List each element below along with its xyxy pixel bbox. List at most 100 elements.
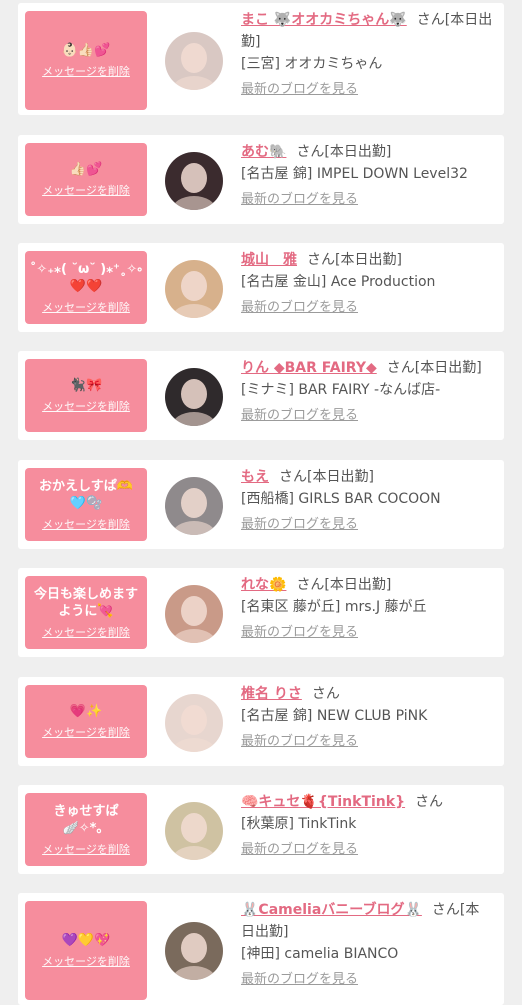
avatar[interactable] <box>165 585 223 643</box>
latest-blog-link[interactable]: 最新のブログを見る <box>241 514 358 536</box>
avatar[interactable] <box>165 260 223 318</box>
avatar-image <box>165 477 223 535</box>
name-suffix: さん[本日出勤] <box>296 577 392 593</box>
delete-message-link[interactable]: メッセージを削除 <box>42 516 130 532</box>
delete-message-link[interactable]: メッセージを削除 <box>42 63 130 79</box>
latest-blog-link[interactable]: 最新のブログを見る <box>241 297 358 319</box>
name-line: 城山 雅さん[本日出勤] <box>241 249 493 271</box>
latest-blog-link[interactable]: 最新のブログを見る <box>241 839 358 861</box>
latest-blog-link[interactable]: 最新のブログを見る <box>241 79 358 101</box>
avatar-image <box>165 585 223 643</box>
avatar-face <box>181 43 207 73</box>
name-suffix: さん[本日出勤] <box>279 469 374 485</box>
latest-blog-link[interactable]: 最新のブログを見る <box>241 189 358 211</box>
message-box: 👶🏻👍🏻💕 メッセージを削除 <box>25 11 147 110</box>
name-suffix: さん <box>415 794 444 810</box>
name-line: あむ🐘 さん[本日出勤] <box>241 141 493 163</box>
message-text: 💗✨ <box>69 704 103 719</box>
message-text: 今日も楽しめます ように💘 <box>33 586 138 619</box>
avatar-face <box>181 163 207 193</box>
name-suffix: さん[本日出勤] <box>386 360 482 376</box>
message-text: 🐈‍⬛🎀 <box>69 378 103 393</box>
user-name-link[interactable]: 🧠キュセ🫀{TinkTink} <box>241 794 405 810</box>
delete-message-link[interactable]: メッセージを削除 <box>42 182 130 198</box>
avatar-face <box>181 933 207 963</box>
message-text: おかえしすぱ🫶 🩵🫧 <box>39 478 133 511</box>
shop-name: [三宮] オオカミちゃん <box>241 56 383 72</box>
shop-name: [ミナミ] BAR FAIRY -なんば店- <box>241 382 441 398</box>
avatar-image <box>165 152 223 210</box>
avatar[interactable] <box>165 368 223 426</box>
name-line: 🧠キュセ🫀{TinkTink} さん <box>241 791 493 813</box>
delete-message-link[interactable]: メッセージを削除 <box>42 724 130 740</box>
avatar[interactable] <box>165 922 223 980</box>
message-box: 💜💛💖 メッセージを削除 <box>25 901 147 1000</box>
user-info: りん ◆BAR FAIRY◆ さん[本日出勤] [ミナミ] BAR FAIRY -… <box>241 357 493 427</box>
avatar[interactable] <box>165 477 223 535</box>
list-item: きゅせすぱ 🪽✧*。 メッセージを削除 🧠キュセ🫀{TinkTink} さん [秋… <box>18 785 504 874</box>
avatar-image <box>165 694 223 752</box>
message-box: きゅせすぱ 🪽✧*。 メッセージを削除 <box>25 793 147 866</box>
name-suffix: さん[本日出勤] <box>296 144 392 160</box>
delete-message-link[interactable]: メッセージを削除 <box>42 841 130 857</box>
user-name-link[interactable]: あむ🐘 <box>241 144 286 160</box>
delete-message-link[interactable]: メッセージを削除 <box>42 624 130 640</box>
message-box: おかえしすぱ🫶 🩵🫧 メッセージを削除 <box>25 468 147 541</box>
name-line: まこ 🐺オオカミちゃん🐺 さん[本日出勤] <box>241 9 493 53</box>
delete-message-link[interactable]: メッセージを削除 <box>42 953 130 969</box>
user-name-link[interactable]: れな🌼 <box>241 577 286 593</box>
avatar-face <box>181 488 207 518</box>
delete-message-link[interactable]: メッセージを削除 <box>42 398 130 414</box>
message-box: 🐈‍⬛🎀 メッセージを削除 <box>25 359 147 432</box>
name-line: りん ◆BAR FAIRY◆ さん[本日出勤] <box>241 357 493 379</box>
avatar-face <box>181 271 207 301</box>
avatar-image <box>165 368 223 426</box>
avatar-image <box>165 922 223 980</box>
avatar-face <box>181 813 207 843</box>
name-suffix: さん <box>311 686 340 702</box>
user-info: あむ🐘 さん[本日出勤] [名古屋 錦] IMPEL DOWN Level32 最… <box>241 141 493 211</box>
name-line: 🐰Cameliaバニーブログ🐰 さん[本日出勤] <box>241 899 493 943</box>
user-name-link[interactable]: もえ <box>241 469 269 485</box>
shop-name: [名古屋 錦] IMPEL DOWN Level32 <box>241 166 468 182</box>
user-info: れな🌼 さん[本日出勤] [名東区 藤が丘] mrs.J 藤が丘 最新のブログを見… <box>241 574 493 644</box>
name-line: 椎名 りさ さん <box>241 683 493 705</box>
avatar[interactable] <box>165 802 223 860</box>
message-text: 👍🏻💕 <box>69 162 103 177</box>
user-name-link[interactable]: 城山 雅 <box>241 252 297 268</box>
name-line: もえ さん[本日出勤] <box>241 466 493 488</box>
list-item: 🐈‍⬛🎀 メッセージを削除 りん ◆BAR FAIRY◆ さん[本日出勤] [ミナ… <box>18 351 504 440</box>
shop-name: [西船橋] GIRLS BAR COCOON <box>241 491 441 507</box>
shop-name: [名古屋 金山] Ace Production <box>241 274 436 290</box>
list-item: ˚✧₊⁎( ˘ω˘ )⁎⁺˳✧༚ ❤️❤️ メッセージを削除 城山 雅さん[本日… <box>18 243 504 332</box>
user-name-link[interactable]: まこ 🐺オオカミちゃん🐺 <box>241 12 407 28</box>
message-box: 👍🏻💕 メッセージを削除 <box>25 143 147 216</box>
avatar[interactable] <box>165 152 223 210</box>
list-item: おかえしすぱ🫶 🩵🫧 メッセージを削除 もえ さん[本日出勤] [西船橋] GIR… <box>18 460 504 549</box>
delete-message-link[interactable]: メッセージを削除 <box>42 299 130 315</box>
avatar-image <box>165 32 223 90</box>
latest-blog-link[interactable]: 最新のブログを見る <box>241 622 358 644</box>
list-item: 💜💛💖 メッセージを削除 🐰Cameliaバニーブログ🐰 さん[本日出勤] [神田… <box>18 893 504 1005</box>
list-item: 👍🏻💕 メッセージを削除 あむ🐘 さん[本日出勤] [名古屋 錦] IMPEL D… <box>18 135 504 224</box>
shop-name: [名古屋 錦] NEW CLUB PiNK <box>241 708 428 724</box>
avatar-face <box>181 596 207 626</box>
user-name-link[interactable]: りん ◆BAR FAIRY◆ <box>241 360 377 376</box>
user-name-link[interactable]: 🐰Cameliaバニーブログ🐰 <box>241 902 422 918</box>
avatar[interactable] <box>165 694 223 752</box>
user-info: もえ さん[本日出勤] [西船橋] GIRLS BAR COCOON 最新のブログ… <box>241 466 493 536</box>
user-name-link[interactable]: 椎名 りさ <box>241 686 302 702</box>
latest-blog-link[interactable]: 最新のブログを見る <box>241 731 358 753</box>
list-item: 今日も楽しめます ように💘 メッセージを削除 れな🌼 さん[本日出勤] [名東区 … <box>18 568 504 657</box>
message-text: ˚✧₊⁎( ˘ω˘ )⁎⁺˳✧༚ ❤️❤️ <box>29 261 143 294</box>
user-info: 椎名 りさ さん [名古屋 錦] NEW CLUB PiNK 最新のブログを見る <box>241 683 493 753</box>
shop-name: [秋葉原] TinkTink <box>241 816 357 832</box>
avatar[interactable] <box>165 32 223 90</box>
latest-blog-link[interactable]: 最新のブログを見る <box>241 405 358 427</box>
user-info: 🐰Cameliaバニーブログ🐰 さん[本日出勤] [神田] camelia BIA… <box>241 899 493 991</box>
message-text: 👶🏻👍🏻💕 <box>61 43 111 58</box>
name-line: れな🌼 さん[本日出勤] <box>241 574 493 596</box>
latest-blog-link[interactable]: 最新のブログを見る <box>241 969 358 991</box>
shop-name: [神田] camelia BIANCO <box>241 946 399 962</box>
avatar-image <box>165 260 223 318</box>
